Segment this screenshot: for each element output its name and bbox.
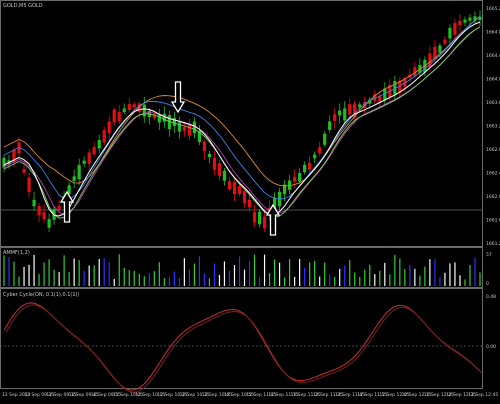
candle-body bbox=[22, 169, 26, 173]
candle-body bbox=[448, 28, 452, 39]
candle-body bbox=[308, 162, 312, 170]
candle-body bbox=[107, 121, 111, 133]
candle-body bbox=[463, 19, 467, 23]
price-tick-label: 1663.60 bbox=[486, 100, 500, 106]
candle-body bbox=[82, 160, 86, 164]
time-axis: 12 Sep 201312 Sep 09:2512 Sep 09:3512 Se… bbox=[2, 392, 498, 398]
price-tick-label: 1664.40 bbox=[486, 53, 500, 59]
candle-body bbox=[438, 45, 442, 53]
candle-body bbox=[87, 152, 91, 164]
candle-body bbox=[97, 139, 101, 149]
candle-body bbox=[468, 17, 472, 21]
candle-body bbox=[318, 147, 322, 154]
candle-body bbox=[242, 191, 247, 203]
candle-body bbox=[77, 165, 81, 180]
price-tick-label: 1662.80 bbox=[486, 147, 500, 153]
candle-body bbox=[313, 154, 317, 159]
candle-body bbox=[227, 181, 232, 189]
price-tick-label: 1664.80 bbox=[486, 30, 500, 36]
oscillator-pane-label: Cyber Cycle(ON, 0.1(1),0.1(1)) bbox=[3, 292, 79, 298]
candle-body bbox=[122, 108, 126, 112]
candle-body bbox=[57, 206, 61, 210]
price-tick-label: 1661.60 bbox=[486, 218, 500, 224]
candle-body bbox=[102, 130, 106, 143]
candle-body bbox=[177, 122, 181, 132]
candle-body bbox=[343, 108, 347, 121]
candle-body bbox=[212, 157, 217, 170]
candle-body bbox=[222, 170, 227, 181]
price-tick-label: 1665.20 bbox=[486, 6, 500, 12]
candle-body bbox=[47, 219, 51, 228]
candle-body bbox=[237, 186, 242, 194]
candle-body bbox=[92, 146, 96, 155]
candle-body bbox=[32, 199, 36, 207]
candle-body bbox=[37, 205, 41, 216]
candle-body bbox=[162, 113, 166, 122]
candle-body bbox=[303, 164, 307, 173]
osc-tick-label: 0.00 bbox=[486, 344, 496, 350]
price-tick-label: 1661.20 bbox=[486, 241, 500, 247]
volume-tick-label: 57 bbox=[486, 252, 492, 258]
volume-tick-label: 0 bbox=[486, 281, 489, 287]
candle-body bbox=[293, 176, 297, 182]
candle-body bbox=[127, 104, 131, 110]
symbol-label: GOLD,M5 GOLD bbox=[3, 3, 43, 9]
candle-body bbox=[217, 163, 222, 177]
price-tick-label: 1664.00 bbox=[486, 77, 500, 83]
candle-body bbox=[232, 182, 237, 195]
time-tick-label: 12 Sep 12:45 bbox=[468, 392, 498, 398]
candle-body bbox=[207, 153, 212, 158]
price-tick-label: 1663.20 bbox=[486, 124, 500, 130]
chart-canvas[interactable]: GOLD,M5 GOLD AMMF(1,2) Cyber Cycle(ON, 0… bbox=[0, 0, 500, 400]
candle-body bbox=[257, 211, 262, 225]
candle-body bbox=[348, 104, 352, 115]
candle-body bbox=[202, 141, 207, 152]
candle-body bbox=[262, 216, 267, 229]
candle-body bbox=[142, 104, 146, 117]
candle-body bbox=[298, 172, 302, 182]
candle-body bbox=[252, 212, 257, 223]
osc-tick-label: 0.48 bbox=[486, 294, 496, 300]
volume-pane-label: AMMF(1,2) bbox=[3, 250, 30, 256]
candle-body bbox=[182, 126, 186, 131]
candle-body bbox=[323, 133, 327, 145]
trading-chart-window: GOLD,M5 GOLD AMMF(1,2) Cyber Cycle(ON, 0… bbox=[0, 0, 500, 400]
candle-body bbox=[453, 22, 457, 35]
candle-body bbox=[393, 80, 397, 95]
price-tick-label: 1662.00 bbox=[486, 194, 500, 200]
candle-body bbox=[27, 177, 31, 193]
candle-body bbox=[247, 199, 252, 207]
candle-body bbox=[112, 109, 116, 123]
candle-body bbox=[458, 20, 462, 26]
candle-body bbox=[132, 104, 136, 108]
candle-body bbox=[338, 110, 342, 116]
candle-body bbox=[328, 121, 332, 130]
candle-body bbox=[117, 112, 121, 122]
candle-body bbox=[42, 212, 46, 220]
candle-body bbox=[333, 114, 337, 121]
candle-body bbox=[72, 176, 76, 181]
candle-body bbox=[443, 39, 447, 44]
price-tick-label: 1662.40 bbox=[486, 171, 500, 177]
